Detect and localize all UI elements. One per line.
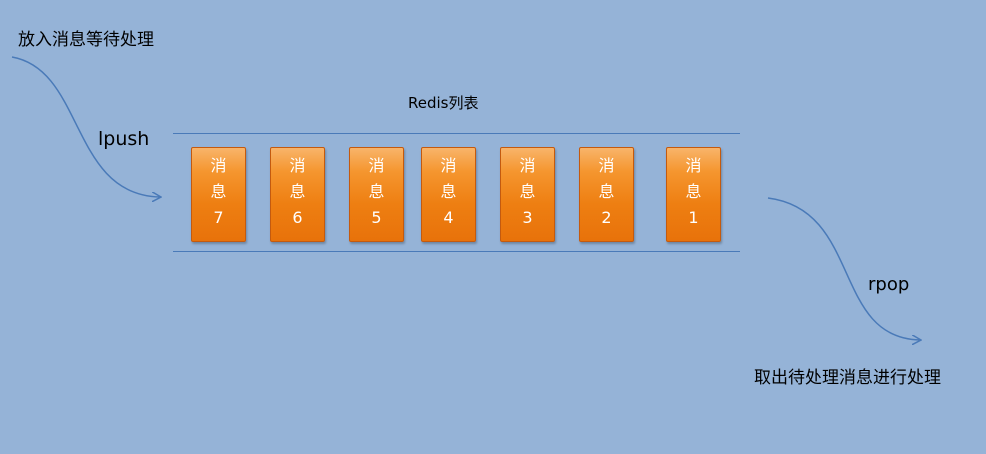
rpop-label: rpop — [868, 274, 910, 295]
push-description-label: 放入消息等待处理 — [18, 30, 154, 50]
message-char-bottom: 息 — [368, 182, 385, 201]
message-char-bottom: 息 — [598, 182, 615, 201]
message-char-bottom: 息 — [685, 182, 702, 201]
message-char-bottom: 息 — [289, 182, 306, 201]
list-top-border — [173, 133, 740, 134]
list-bottom-border — [173, 251, 740, 252]
message-char-top: 消 — [368, 156, 385, 175]
message-char-bottom: 息 — [440, 182, 457, 201]
message-char-bottom: 息 — [210, 182, 227, 201]
message-char-top: 消 — [598, 156, 615, 175]
message-box-2: 消 息 2 — [579, 147, 634, 242]
message-char-top: 消 — [289, 156, 306, 175]
lpush-arrow — [11, 56, 160, 197]
message-box-4: 消 息 4 — [421, 147, 476, 242]
message-box-1: 消 息 1 — [666, 147, 721, 242]
pop-description-label: 取出待处理消息进行处理 — [754, 368, 941, 388]
message-char-top: 消 — [440, 156, 457, 175]
message-number: 2 — [601, 208, 612, 227]
redis-queue-diagram: 放入消息等待处理 lpush Redis列表 rpop 取出待处理消息进行处理 … — [0, 0, 986, 454]
message-box-3: 消 息 3 — [500, 147, 555, 242]
lpush-label: lpush — [98, 128, 150, 150]
message-char-top: 消 — [685, 156, 702, 175]
message-box-6: 消 息 6 — [270, 147, 325, 242]
rpop-arrow — [767, 197, 920, 340]
message-box-5: 消 息 5 — [349, 147, 404, 242]
message-number: 5 — [371, 208, 382, 227]
redis-list-title: Redis列表 — [408, 94, 479, 112]
message-char-top: 消 — [519, 156, 536, 175]
message-box-7: 消 息 7 — [191, 147, 246, 242]
message-number: 7 — [213, 208, 224, 227]
message-number: 3 — [522, 208, 533, 227]
message-number: 1 — [688, 208, 699, 227]
message-char-bottom: 息 — [519, 182, 536, 201]
message-char-top: 消 — [210, 156, 227, 175]
message-number: 6 — [292, 208, 303, 227]
message-number: 4 — [443, 208, 454, 227]
